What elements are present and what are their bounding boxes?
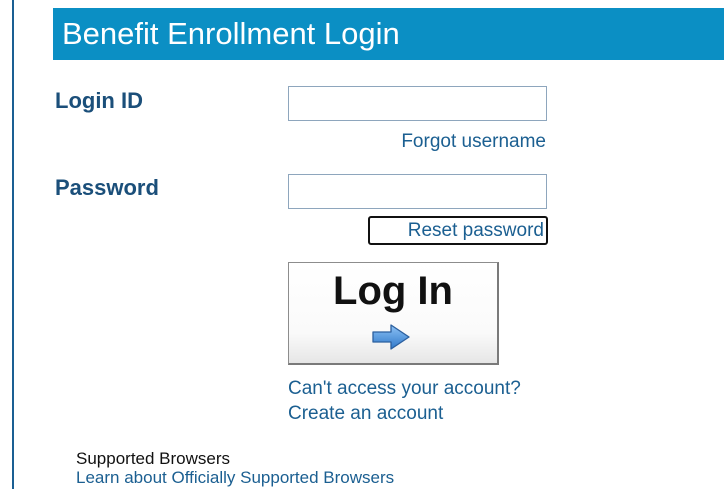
create-account-link[interactable]: Create an account — [288, 403, 443, 425]
arrow-right-icon — [372, 324, 410, 350]
login-id-label: Login ID — [55, 88, 143, 113]
password-input[interactable] — [288, 174, 547, 209]
forgot-username-link[interactable]: Forgot username — [401, 131, 546, 153]
left-divider — [12, 0, 14, 489]
log-in-button[interactable]: Log In — [288, 262, 499, 365]
login-id-input[interactable] — [288, 86, 547, 121]
supported-browsers-heading: Supported Browsers — [76, 449, 231, 468]
page-title: Benefit Enrollment Login — [62, 16, 400, 51]
cant-access-account-link[interactable]: Can't access your account? — [288, 378, 521, 400]
log-in-button-label: Log In — [333, 269, 453, 313]
reset-password-link[interactable]: Reset password — [368, 216, 548, 245]
page-header: Benefit Enrollment Login — [53, 8, 724, 60]
supported-browsers-link[interactable]: Learn about Officially Supported Browser… — [76, 468, 394, 488]
password-label: Password — [55, 175, 159, 200]
